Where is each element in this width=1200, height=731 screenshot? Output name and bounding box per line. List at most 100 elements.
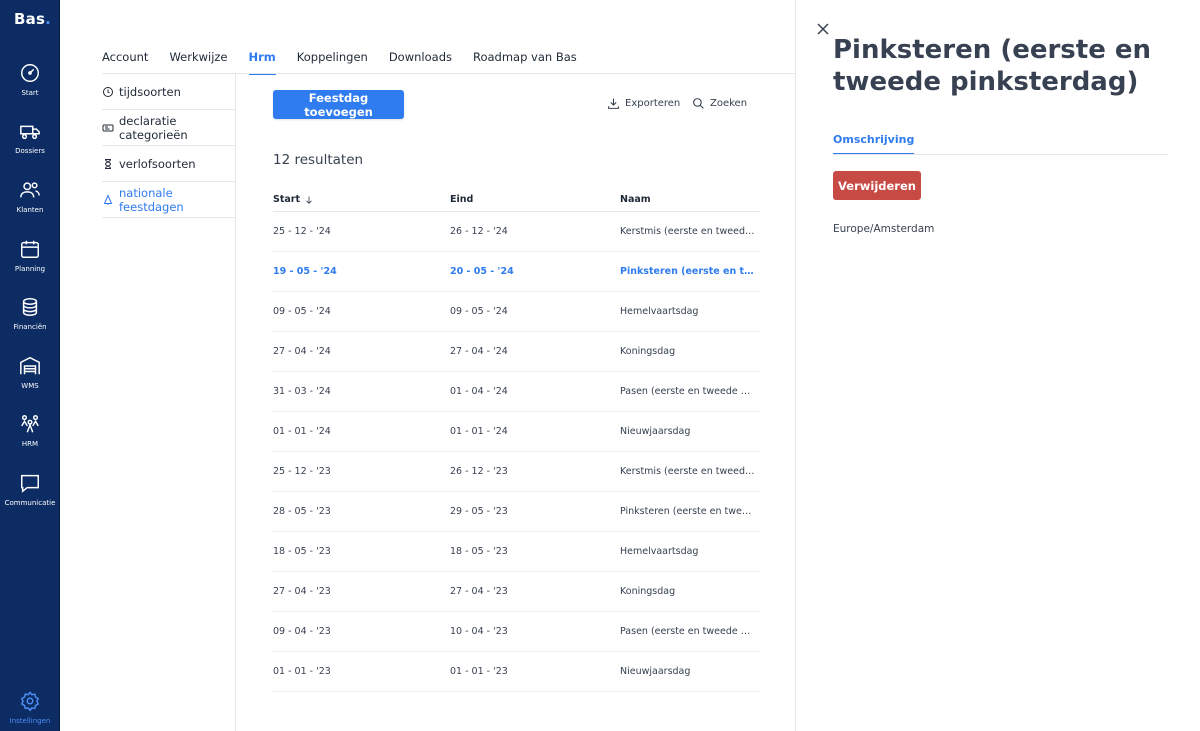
cell-name: Koningsdag: [620, 586, 676, 597]
gauge-icon: [21, 64, 39, 82]
warehouse-icon: [20, 356, 40, 375]
cell-start: 28 - 05 - '23: [273, 506, 331, 517]
gear-icon: [20, 691, 40, 712]
cell-name: Nieuwjaarsdag: [620, 426, 691, 437]
cell-name: Nieuwjaarsdag: [620, 666, 691, 677]
receipt-icon: [102, 124, 114, 131]
sidebar-item-hrm[interactable]: HRM: [0, 413, 60, 461]
sidebar-item-instellingen[interactable]: Instellingen: [0, 690, 60, 731]
table-row[interactable]: 31 - 03 - '24 01 - 04 - '24 Pasen (eerst…: [273, 372, 760, 412]
export-button[interactable]: Exporteren: [607, 97, 680, 110]
search-icon: [693, 98, 704, 109]
table-row[interactable]: 25 - 12 - '24 26 - 12 - '24 Kerstmis (ee…: [273, 212, 760, 252]
brand-logo[interactable]: Bas.: [14, 10, 51, 28]
table-row[interactable]: 27 - 04 - '24 27 - 04 - '24 Koningsdag: [273, 332, 760, 372]
table-row-selected[interactable]: 19 - 05 - '24 20 - 05 - '24 Pinksteren (…: [273, 252, 760, 292]
panel-tabs-divider: [833, 154, 1168, 155]
search-button[interactable]: Zoeken: [692, 97, 747, 110]
coins-icon: [22, 298, 38, 316]
sidebar-item-financien[interactable]: Financiën: [0, 296, 60, 344]
sidebar-item-label: Financiën: [13, 323, 47, 331]
export-label: Exporteren: [625, 98, 681, 109]
cell-start: 31 - 03 - '24: [273, 386, 331, 397]
subnav-item-label: declaratie categorieën: [119, 113, 188, 142]
tab-koppelingen[interactable]: Koppelingen: [297, 50, 368, 74]
cell-start: 09 - 05 - '24: [273, 306, 331, 317]
sidebar-item-dossiers[interactable]: Dossiers: [0, 120, 60, 168]
cell-start: 25 - 12 - '24: [273, 226, 331, 237]
sidebar-item-label: Dossiers: [15, 147, 45, 155]
sidebar: Bas. Start Dossiers Klanten Planning Fin…: [0, 0, 60, 731]
team-icon: [21, 415, 39, 433]
cell-start: 01 - 01 - '23: [273, 666, 331, 677]
cell-end: 01 - 01 - '23: [450, 666, 508, 677]
tab-hrm[interactable]: Hrm: [248, 50, 277, 75]
chat-icon: [21, 474, 39, 493]
sidebar-item-label: Klanten: [16, 206, 44, 214]
sort-down-icon: [306, 196, 312, 204]
tab-downloads[interactable]: Downloads: [389, 50, 452, 74]
cell-start: 19 - 05 - '24: [273, 266, 337, 277]
sidebar-item-label: Planning: [14, 265, 46, 273]
cell-end: 18 - 05 - '23: [450, 546, 508, 557]
tab-account[interactable]: Account: [102, 50, 148, 74]
sidebar-item-label: Instellingen: [9, 717, 51, 725]
cell-start: 18 - 05 - '23: [273, 546, 331, 557]
cell-end: 20 - 05 - '24: [450, 266, 514, 277]
cell-end: 26 - 12 - '24: [450, 226, 508, 237]
column-start[interactable]: Start: [273, 194, 314, 205]
table-header: Start Eind Naam: [273, 192, 760, 212]
subnav-item-nationale-feestdagen[interactable]: nationale feestdagen: [102, 182, 235, 218]
subnav-divider: [235, 74, 236, 731]
delete-button[interactable]: Verwijderen: [833, 171, 921, 200]
column-name[interactable]: Naam: [620, 194, 651, 205]
cell-name: Pasen (eerste en tweede paasdag): [620, 386, 755, 397]
subnav-item-tijdsoorten[interactable]: tijdsoorten: [102, 74, 235, 110]
table-row[interactable]: 25 - 12 - '23 26 - 12 - '23 Kerstmis (ee…: [273, 452, 760, 492]
table-row[interactable]: 27 - 04 - '23 27 - 04 - '23 Koningsdag: [273, 572, 760, 612]
table-row[interactable]: 09 - 04 - '23 10 - 04 - '23 Pasen (eerst…: [273, 612, 760, 652]
sidebar-item-planning[interactable]: Planning: [0, 238, 60, 286]
tree-icon: [103, 193, 113, 205]
table-row[interactable]: 09 - 05 - '24 09 - 05 - '24 Hemelvaartsd…: [273, 292, 760, 332]
cell-start: 09 - 04 - '23: [273, 626, 331, 637]
table-row[interactable]: 28 - 05 - '23 29 - 05 - '23 Pinksteren (…: [273, 492, 760, 532]
cell-end: 09 - 05 - '24: [450, 306, 508, 317]
cell-name: Pinksteren (eerste en tweede pinksterdag…: [620, 266, 755, 277]
sidebar-item-start[interactable]: Start: [0, 62, 60, 110]
sidebar-item-wms[interactable]: WMS: [0, 355, 60, 403]
sidebar-item-klanten[interactable]: Klanten: [0, 179, 60, 227]
cell-start: 25 - 12 - '23: [273, 466, 331, 477]
column-start-label: Start: [273, 194, 301, 205]
cell-name: Pasen (eerste en tweede paasdag): [620, 626, 755, 637]
cell-start: 27 - 04 - '24: [273, 346, 331, 357]
sidebar-item-label: Start: [21, 89, 39, 97]
subnav-item-label: nationale feestdagen: [119, 185, 184, 214]
cell-end: 01 - 04 - '24: [450, 386, 508, 397]
tab-omschrijving[interactable]: Omschrijving: [833, 133, 915, 155]
subnav-item-declaratie[interactable]: declaratie categorieën: [102, 110, 235, 146]
table-row[interactable]: 18 - 05 - '23 18 - 05 - '23 Hemelvaartsd…: [273, 532, 760, 572]
tab-werkwijze[interactable]: Werkwijze: [169, 50, 227, 74]
sidebar-item-label: Communicatie: [4, 499, 56, 507]
close-button[interactable]: [816, 21, 830, 35]
cell-end: 01 - 01 - '24: [450, 426, 508, 437]
cell-name: Kerstmis (eerste en tweede kerstdag): [620, 226, 755, 237]
panel-divider: [795, 0, 796, 731]
cell-name: Hemelvaartsdag: [620, 546, 699, 557]
subnav-item-label: verlofsoorten: [119, 156, 196, 171]
sidebar-item-communicatie[interactable]: Communicatie: [0, 472, 60, 520]
cell-name: Koningsdag: [620, 346, 676, 357]
table-row[interactable]: 01 - 01 - '23 01 - 01 - '23 Nieuwjaarsda…: [273, 652, 760, 692]
subnav-item-label: tijdsoorten: [119, 84, 181, 99]
hourglass-icon: [104, 158, 112, 169]
table-row[interactable]: 01 - 01 - '24 01 - 01 - '24 Nieuwjaarsda…: [273, 412, 760, 452]
subnav-item-verlofsoorten[interactable]: verlofsoorten: [102, 146, 235, 182]
cell-start: 27 - 04 - '23: [273, 586, 331, 597]
column-end[interactable]: Eind: [450, 194, 473, 205]
tab-roadmap[interactable]: Roadmap van Bas: [473, 50, 577, 74]
users-icon: [20, 182, 40, 198]
add-holiday-button[interactable]: Feestdag toevoegen: [273, 90, 404, 119]
cell-end: 29 - 05 - '23: [450, 506, 508, 517]
cell-start: 01 - 01 - '24: [273, 426, 331, 437]
